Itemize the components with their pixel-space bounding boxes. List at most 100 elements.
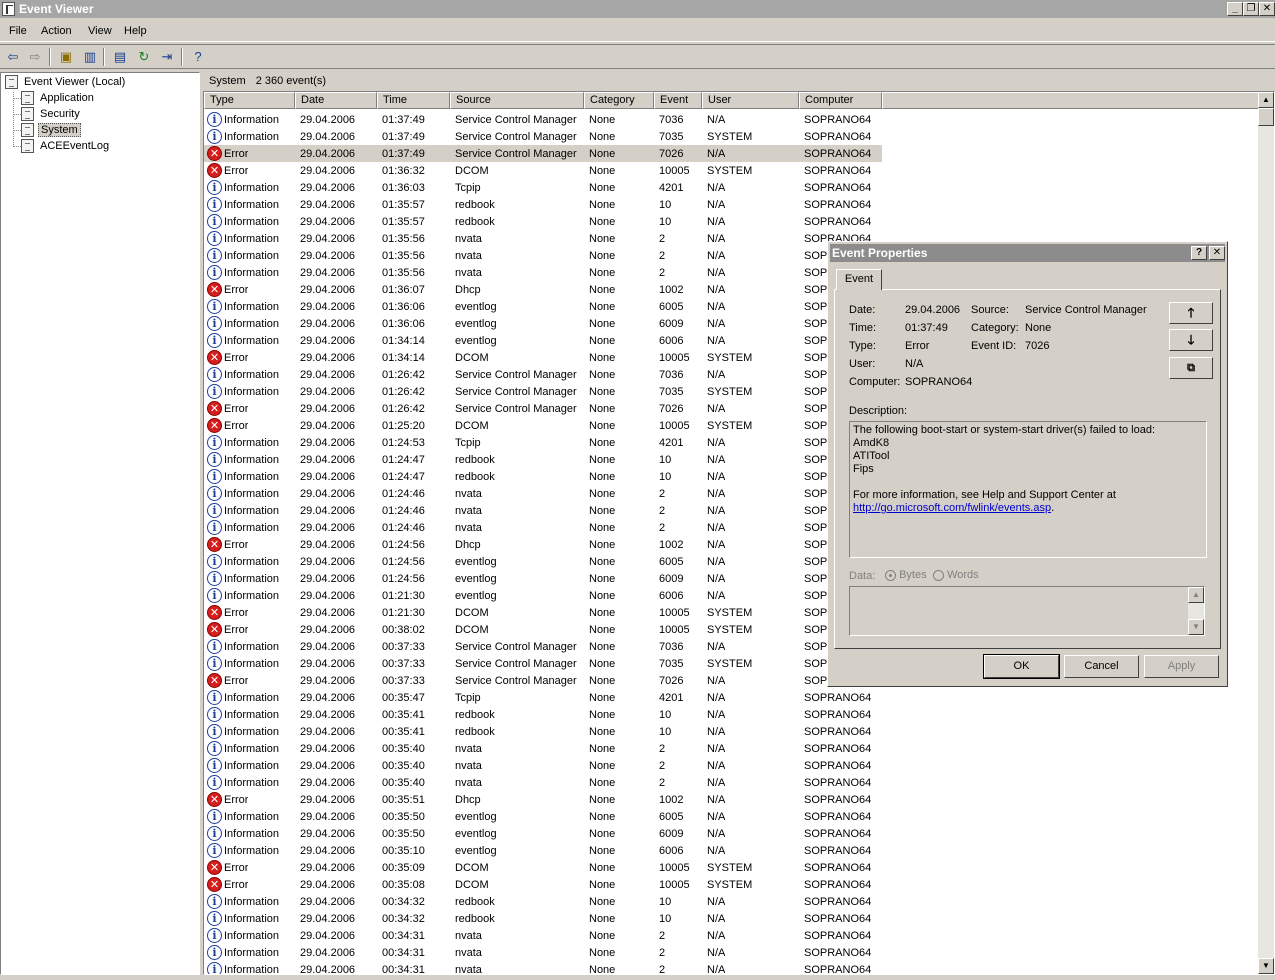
event-row[interactable]: ✕ Error 29.04.2006 01:36:07 Dhcp None 1002 N/A S…	[204, 281, 882, 298]
event-row[interactable]: i Information 29.04.2006 00:35:10 eventlog No…	[204, 842, 882, 859]
event-row[interactable]: i Information 29.04.2006 01:24:46 nvata None 2…	[204, 519, 882, 536]
menu-help[interactable]: Help	[124, 25, 147, 37]
scrollbar-thumb[interactable]	[1258, 108, 1274, 126]
tree-item-security[interactable]: Security	[21, 107, 82, 122]
menu-view[interactable]: View	[88, 25, 112, 37]
event-row[interactable]: i Information 29.04.2006 01:35:56 nvata None 2…	[204, 264, 882, 281]
apply-button[interactable]: Apply	[1144, 655, 1219, 678]
event-row[interactable]: i Information 29.04.2006 01:21:30 eventlog No…	[204, 587, 882, 604]
column-header-type[interactable]: Type	[204, 92, 295, 109]
tree-item-aceeventlog[interactable]: ACEEventLog	[21, 139, 111, 154]
event-row[interactable]: i Information 29.04.2006 00:35:41 redbook Non…	[204, 723, 882, 740]
tree-item-application[interactable]: Application	[21, 91, 96, 106]
column-header-event[interactable]: Event	[654, 92, 702, 109]
description-textbox[interactable]: The following boot-start or system-start…	[849, 421, 1207, 558]
data-scrollbar[interactable]: ▲ ▼	[1188, 587, 1204, 635]
menu-file[interactable]: File	[9, 25, 27, 37]
forward-arrow-icon[interactable]: ⇨	[25, 48, 45, 66]
refresh-icon[interactable]: ↻	[134, 48, 154, 66]
column-header-category[interactable]: Category	[584, 92, 654, 109]
tree-root[interactable]: Event Viewer (Local)	[5, 75, 127, 89]
bytes-radio[interactable]: Bytes	[885, 569, 927, 581]
properties-icon[interactable]: ▤	[110, 48, 130, 66]
data-textbox[interactable]: ▲ ▼	[849, 586, 1205, 636]
previous-event-button[interactable]: 🡑	[1169, 302, 1213, 324]
event-row[interactable]: i Information 29.04.2006 00:34:31 nvata None 2…	[204, 944, 882, 961]
event-row[interactable]: i Information 29.04.2006 01:24:53 Tcpip None 4…	[204, 434, 882, 451]
column-header-computer[interactable]: Computer	[799, 92, 882, 109]
event-row[interactable]: i Information 29.04.2006 01:24:47 redbook Non…	[204, 451, 882, 468]
event-row[interactable]: i Information 29.04.2006 00:35:40 nvata None 2…	[204, 740, 882, 757]
event-row[interactable]: ✕ Error 29.04.2006 00:37:33 Service Control …	[204, 672, 882, 689]
event-row[interactable]: i Information 29.04.2006 00:35:50 eventlog No…	[204, 825, 882, 842]
close-button[interactable]: ✕	[1259, 2, 1275, 16]
next-event-button[interactable]: 🡓	[1169, 329, 1213, 351]
ok-button[interactable]: OK	[983, 654, 1060, 679]
column-header-date[interactable]: Date	[295, 92, 377, 109]
event-row[interactable]: ✕ Error 29.04.2006 01:21:30 DCOM None 10005 SYS…	[204, 604, 882, 621]
event-row[interactable]: i Information 29.04.2006 01:24:46 nvata None 2…	[204, 502, 882, 519]
event-row[interactable]: i Information 29.04.2006 00:34:31 nvata None 2…	[204, 927, 882, 944]
event-row[interactable]: i Information 29.04.2006 01:24:46 nvata None 2…	[204, 485, 882, 502]
event-row[interactable]: ✕ Error 29.04.2006 01:37:49 Service Control …	[204, 145, 882, 162]
event-row[interactable]: ✕ Error 29.04.2006 01:24:56 Dhcp None 1002 N/A S…	[204, 536, 882, 553]
event-row[interactable]: ✕ Error 29.04.2006 00:38:02 DCOM None 10005 SYS…	[204, 621, 882, 638]
column-header-user[interactable]: User	[702, 92, 799, 109]
event-row[interactable]: i Information 29.04.2006 00:37:33 Service Co…	[204, 655, 882, 672]
event-row[interactable]: i Information 29.04.2006 01:36:06 eventlog No…	[204, 298, 882, 315]
event-row[interactable]: i Information 29.04.2006 01:35:57 redbook Non…	[204, 196, 882, 213]
event-row[interactable]: i Information 29.04.2006 01:24:47 redbook Non…	[204, 468, 882, 485]
event-row[interactable]: i Information 29.04.2006 01:36:03 Tcpip None 4…	[204, 179, 882, 196]
event-row[interactable]: i Information 29.04.2006 00:35:40 nvata None 2…	[204, 757, 882, 774]
scroll-up-arrow-icon[interactable]: ▲	[1258, 92, 1274, 108]
event-row[interactable]: i Information 29.04.2006 01:24:56 eventlog No…	[204, 570, 882, 587]
event-row[interactable]: ✕ Error 29.04.2006 01:25:20 DCOM None 10005 SYS…	[204, 417, 882, 434]
event-row[interactable]: i Information 29.04.2006 01:24:56 eventlog No…	[204, 553, 882, 570]
event-row[interactable]: i Information 29.04.2006 00:35:41 redbook Non…	[204, 706, 882, 723]
scroll-down-arrow-icon[interactable]: ▼	[1258, 958, 1274, 974]
event-row[interactable]: i Information 29.04.2006 00:34:31 nvata None 2…	[204, 961, 882, 974]
column-header-source[interactable]: Source	[450, 92, 584, 109]
event-row[interactable]: i Information 29.04.2006 01:35:56 nvata None 2…	[204, 230, 882, 247]
column-header-time[interactable]: Time	[377, 92, 450, 109]
event-row[interactable]: i Information 29.04.2006 01:26:42 Service Co…	[204, 366, 882, 383]
event-row[interactable]: i Information 29.04.2006 01:37:49 Service Co…	[204, 128, 882, 145]
help-center-link[interactable]: http://go.microsoft.com/fwlink/events.as…	[853, 502, 1051, 514]
event-row[interactable]: i Information 29.04.2006 01:35:57 redbook Non…	[204, 213, 882, 230]
event-row[interactable]: ✕ Error 29.04.2006 00:35:08 DCOM None 10005 SYS…	[204, 876, 882, 893]
vertical-scrollbar[interactable]: ▲ ▼	[1258, 92, 1274, 974]
data-scroll-down-arrow-icon[interactable]: ▼	[1188, 619, 1204, 635]
event-row[interactable]: ✕ Error 29.04.2006 00:35:51 Dhcp None 1002 N/A S…	[204, 791, 882, 808]
event-row[interactable]: ✕ Error 29.04.2006 00:35:09 DCOM None 10005 SYS…	[204, 859, 882, 876]
event-row[interactable]: i Information 29.04.2006 00:35:47 Tcpip None 4…	[204, 689, 882, 706]
event-row[interactable]: ✕ Error 29.04.2006 01:26:42 Service Control …	[204, 400, 882, 417]
event-row[interactable]: i Information 29.04.2006 00:37:33 Service Co…	[204, 638, 882, 655]
help-icon[interactable]: ?	[188, 48, 208, 66]
tree-item-system[interactable]: System	[21, 123, 81, 138]
event-row[interactable]: i Information 29.04.2006 01:34:14 eventlog No…	[204, 332, 882, 349]
tab-event[interactable]: Event	[836, 269, 882, 290]
event-row[interactable]: i Information 29.04.2006 01:26:42 Service Co…	[204, 383, 882, 400]
back-arrow-icon[interactable]: ⇦	[3, 48, 23, 66]
event-row[interactable]: i Information 29.04.2006 00:35:50 eventlog No…	[204, 808, 882, 825]
event-row[interactable]: i Information 29.04.2006 01:35:56 nvata None 2…	[204, 247, 882, 264]
words-radio[interactable]: Words	[933, 569, 979, 581]
event-row[interactable]: i Information 29.04.2006 01:36:06 eventlog No…	[204, 315, 882, 332]
cancel-button[interactable]: Cancel	[1064, 655, 1139, 678]
event-row[interactable]: i Information 29.04.2006 00:34:32 redbook Non…	[204, 893, 882, 910]
dialog-help-button[interactable]: ?	[1191, 246, 1207, 260]
menu-action[interactable]: Action	[41, 25, 72, 37]
show-hide-tree-icon[interactable]: ▥	[80, 48, 100, 66]
export-list-icon[interactable]: ⇥	[157, 48, 177, 66]
event-row[interactable]: i Information 29.04.2006 00:34:32 redbook Non…	[204, 910, 882, 927]
event-row[interactable]: i Information 29.04.2006 00:35:40 nvata None 2…	[204, 774, 882, 791]
copy-event-button[interactable]: ⧉	[1169, 357, 1213, 379]
minimize-button[interactable]: _	[1227, 2, 1243, 16]
restore-button[interactable]: ❐	[1243, 2, 1259, 16]
dialog-close-button[interactable]: ✕	[1209, 246, 1225, 260]
event-row[interactable]: i Information 29.04.2006 01:37:49 Service Co…	[204, 111, 882, 128]
event-row[interactable]: ✕ Error 29.04.2006 01:36:32 DCOM None 10005 SYS…	[204, 162, 882, 179]
data-scroll-up-arrow-icon[interactable]: ▲	[1188, 587, 1204, 603]
up-folder-icon[interactable]: ▣	[56, 48, 76, 66]
event-row[interactable]: ✕ Error 29.04.2006 01:34:14 DCOM None 10005 SYS…	[204, 349, 882, 366]
